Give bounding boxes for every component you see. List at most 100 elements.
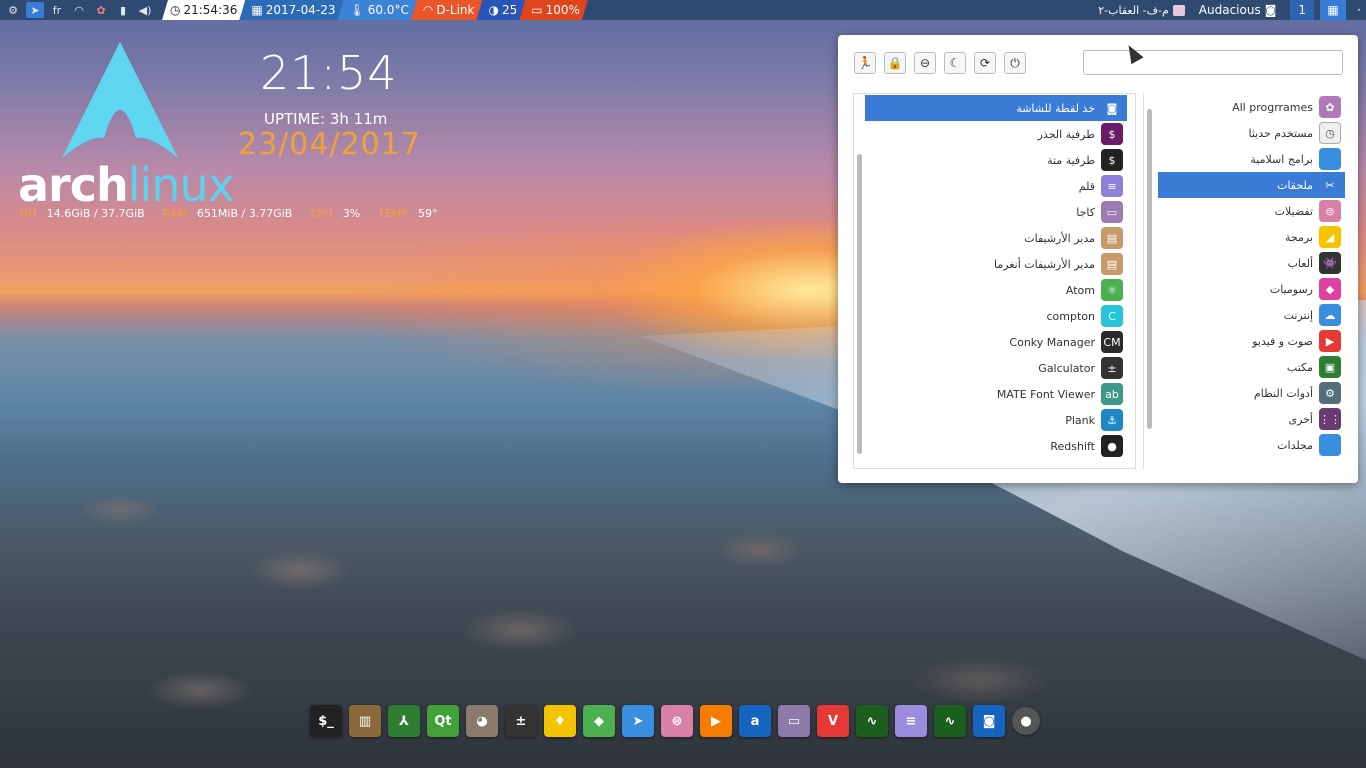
temperature-segment[interactable]: 🌡 60.0°C [337,0,416,20]
apps-list: خذ لقطة للشاشة ◙ طرفية الجذر $ طرفية متة $ قلم… [853,93,1136,469]
category-item[interactable]: تفضيلات ⊜ [1158,198,1345,224]
category-item[interactable]: أدوات النظام ⚙ [1158,380,1345,406]
workspace-switcher[interactable]: 1 [1290,0,1314,20]
search-input[interactable] [1083,50,1343,75]
arch-linux-wordmark: archlinux [18,158,235,212]
text-editor-icon[interactable]: ≡ [895,705,927,737]
qt-creator-icon[interactable]: Qt [427,705,459,737]
date-segment[interactable]: ▦ 2017-04-23 [239,0,343,20]
category-item[interactable]: أخرى ⋮⋮ [1158,406,1345,432]
category-item[interactable]: برامج اسلامية [1158,146,1345,172]
app-item[interactable]: Plank ⚓ [865,407,1127,433]
keyboard-layout[interactable]: fr [48,2,66,18]
archive-icon[interactable]: ▥ [349,705,381,737]
root-terminal-icon: $ [1101,123,1123,145]
speaker-icon[interactable]: ● [1012,707,1040,735]
text-editor-icon: ≡ [1101,175,1123,197]
media-player-icon[interactable]: ▶ [700,705,732,737]
app-item[interactable]: compton C [865,303,1127,329]
category-item[interactable]: برمجة ◢ [1158,224,1345,250]
wifi-segment[interactable]: ◠ D-Link [411,0,483,20]
recent-icon: ◷ [1319,122,1341,144]
system-tray: ⚙ ➤ fr ◠ ✿ ▮ ◀) [0,2,154,18]
battery-text: 100% [545,3,580,17]
categories-scrollbar[interactable] [1147,109,1152,429]
redshift-icon: ● [1101,435,1123,457]
app-item[interactable]: Redshift ● [865,433,1127,459]
game-icon[interactable]: ♦ [544,705,576,737]
cursor-app-icon[interactable]: ➤ [26,2,44,18]
pdf-viewer-icon[interactable]: ⅄ [388,705,420,737]
category-item[interactable]: صوت و فيديو ▶ [1158,328,1345,354]
network-icon[interactable]: ◠ [70,2,88,18]
activity-monitor-icon[interactable]: ∿ [934,705,966,737]
audacious-icon[interactable]: a [739,705,771,737]
calculator-icon[interactable]: ± [505,705,537,737]
settings-toggle-icon[interactable]: ⊜ [661,705,693,737]
terminal-icon[interactable]: $_ [310,705,342,737]
gimp-icon[interactable]: ◕ [466,705,498,737]
volume-icon[interactable]: ◀) [136,2,154,18]
category-item[interactable]: All progrrames ✿ [1158,94,1345,120]
more-icon[interactable]: · [1352,3,1366,17]
vivaldi-icon[interactable]: V [817,705,849,737]
archive-manager-icon: ▤ [1101,227,1123,249]
app-item[interactable]: طرفية متة $ [865,147,1127,173]
suspend-button[interactable]: ☾ [944,52,966,74]
restart-button[interactable]: ⟳ [974,52,996,74]
battery-segment[interactable]: ▭ 100% [519,0,588,20]
archive-engrampa-icon: ▤ [1101,253,1123,275]
clipboard-icon[interactable]: ▮ [114,2,132,18]
app-menu-button[interactable]: ▦ [1320,0,1346,20]
system-tools-icon: ⚙ [1319,382,1341,404]
apps-scrollbar[interactable] [857,154,862,454]
application-menu: 🏃 🔒 ⊖ ☾ ⟳ ⏻ خذ لقطة للشاشة ◙ طرفية الجذر $ طرفية … [838,35,1358,483]
category-item[interactable]: ملحقات ✂ [1158,172,1345,198]
logout-icon: 🏃 [857,56,873,70]
app-item[interactable]: قلم ≡ [865,173,1127,199]
gem-icon[interactable]: ◆ [583,705,615,737]
app-item[interactable]: مدير الأرشيفات ▤ [865,225,1127,251]
app-item[interactable]: خذ لقطة للشاشة ◙ [865,95,1127,121]
lock-button[interactable]: 🔒 [884,52,906,74]
programming-icon: ◢ [1319,226,1341,248]
conky-clock: 21:54 [260,46,398,100]
arch-logo-icon [62,42,178,158]
app-item[interactable]: مدير الأرشيفات أنغرما ▤ [865,251,1127,277]
app-item-label: مدير الأرشيفات أنغرما [994,257,1095,271]
audacious-applet[interactable]: Audacious ◙ [1191,3,1285,17]
app-item-label: مدير الأرشيفات [1024,231,1095,245]
category-item-label: برمجة [1284,230,1313,244]
file-manager-icon[interactable]: ▭ [778,705,810,737]
clock-segment[interactable]: ◷ 21:54:36 [162,0,245,20]
app-item[interactable]: Atom ⚛ [865,277,1127,303]
folder-icon [1319,148,1341,170]
app-item[interactable]: MATE Font Viewer ab [865,381,1127,407]
clock-time: 21:54:36 [183,3,238,17]
switch-user-button[interactable]: ⊖ [914,52,936,74]
app-item[interactable]: كاجا ▭ [865,199,1127,225]
category-item-label: برامج اسلامية [1250,152,1313,166]
app-item-label: قلم [1078,179,1095,193]
shutdown-button[interactable]: ⏻ [1004,52,1026,74]
category-item[interactable]: مجلدات [1158,432,1345,458]
logout-button[interactable]: 🏃 [854,52,876,74]
clock-icon: ◷ [170,3,181,17]
app-item[interactable]: Conky Manager CM [865,329,1127,355]
category-item-label: مجلدات [1277,438,1313,452]
category-item[interactable]: إنترنت ☁ [1158,302,1345,328]
category-item[interactable]: مكتب ▣ [1158,354,1345,380]
notification-icon[interactable]: ✿ [92,2,110,18]
category-item[interactable]: مستخدم حديثا ◷ [1158,120,1345,146]
pointer-icon[interactable]: ➤ [622,705,654,737]
app-item[interactable]: طرفية الجذر $ [865,121,1127,147]
category-item[interactable]: رسوميات ◆ [1158,276,1345,302]
window-title[interactable]: م-ف- العقاب-٢ [1098,4,1185,17]
app-item-label: كاجا [1076,205,1095,219]
system-monitor-icon[interactable]: ∿ [856,705,888,737]
app-item[interactable]: Galculator ± [865,355,1127,381]
screenshot-icon[interactable]: ◙ [973,705,1005,737]
category-item[interactable]: ألعاب 👾 [1158,250,1345,276]
brightness-segment[interactable]: ◑ 25 [476,0,525,20]
gear-icon[interactable]: ⚙ [4,2,22,18]
